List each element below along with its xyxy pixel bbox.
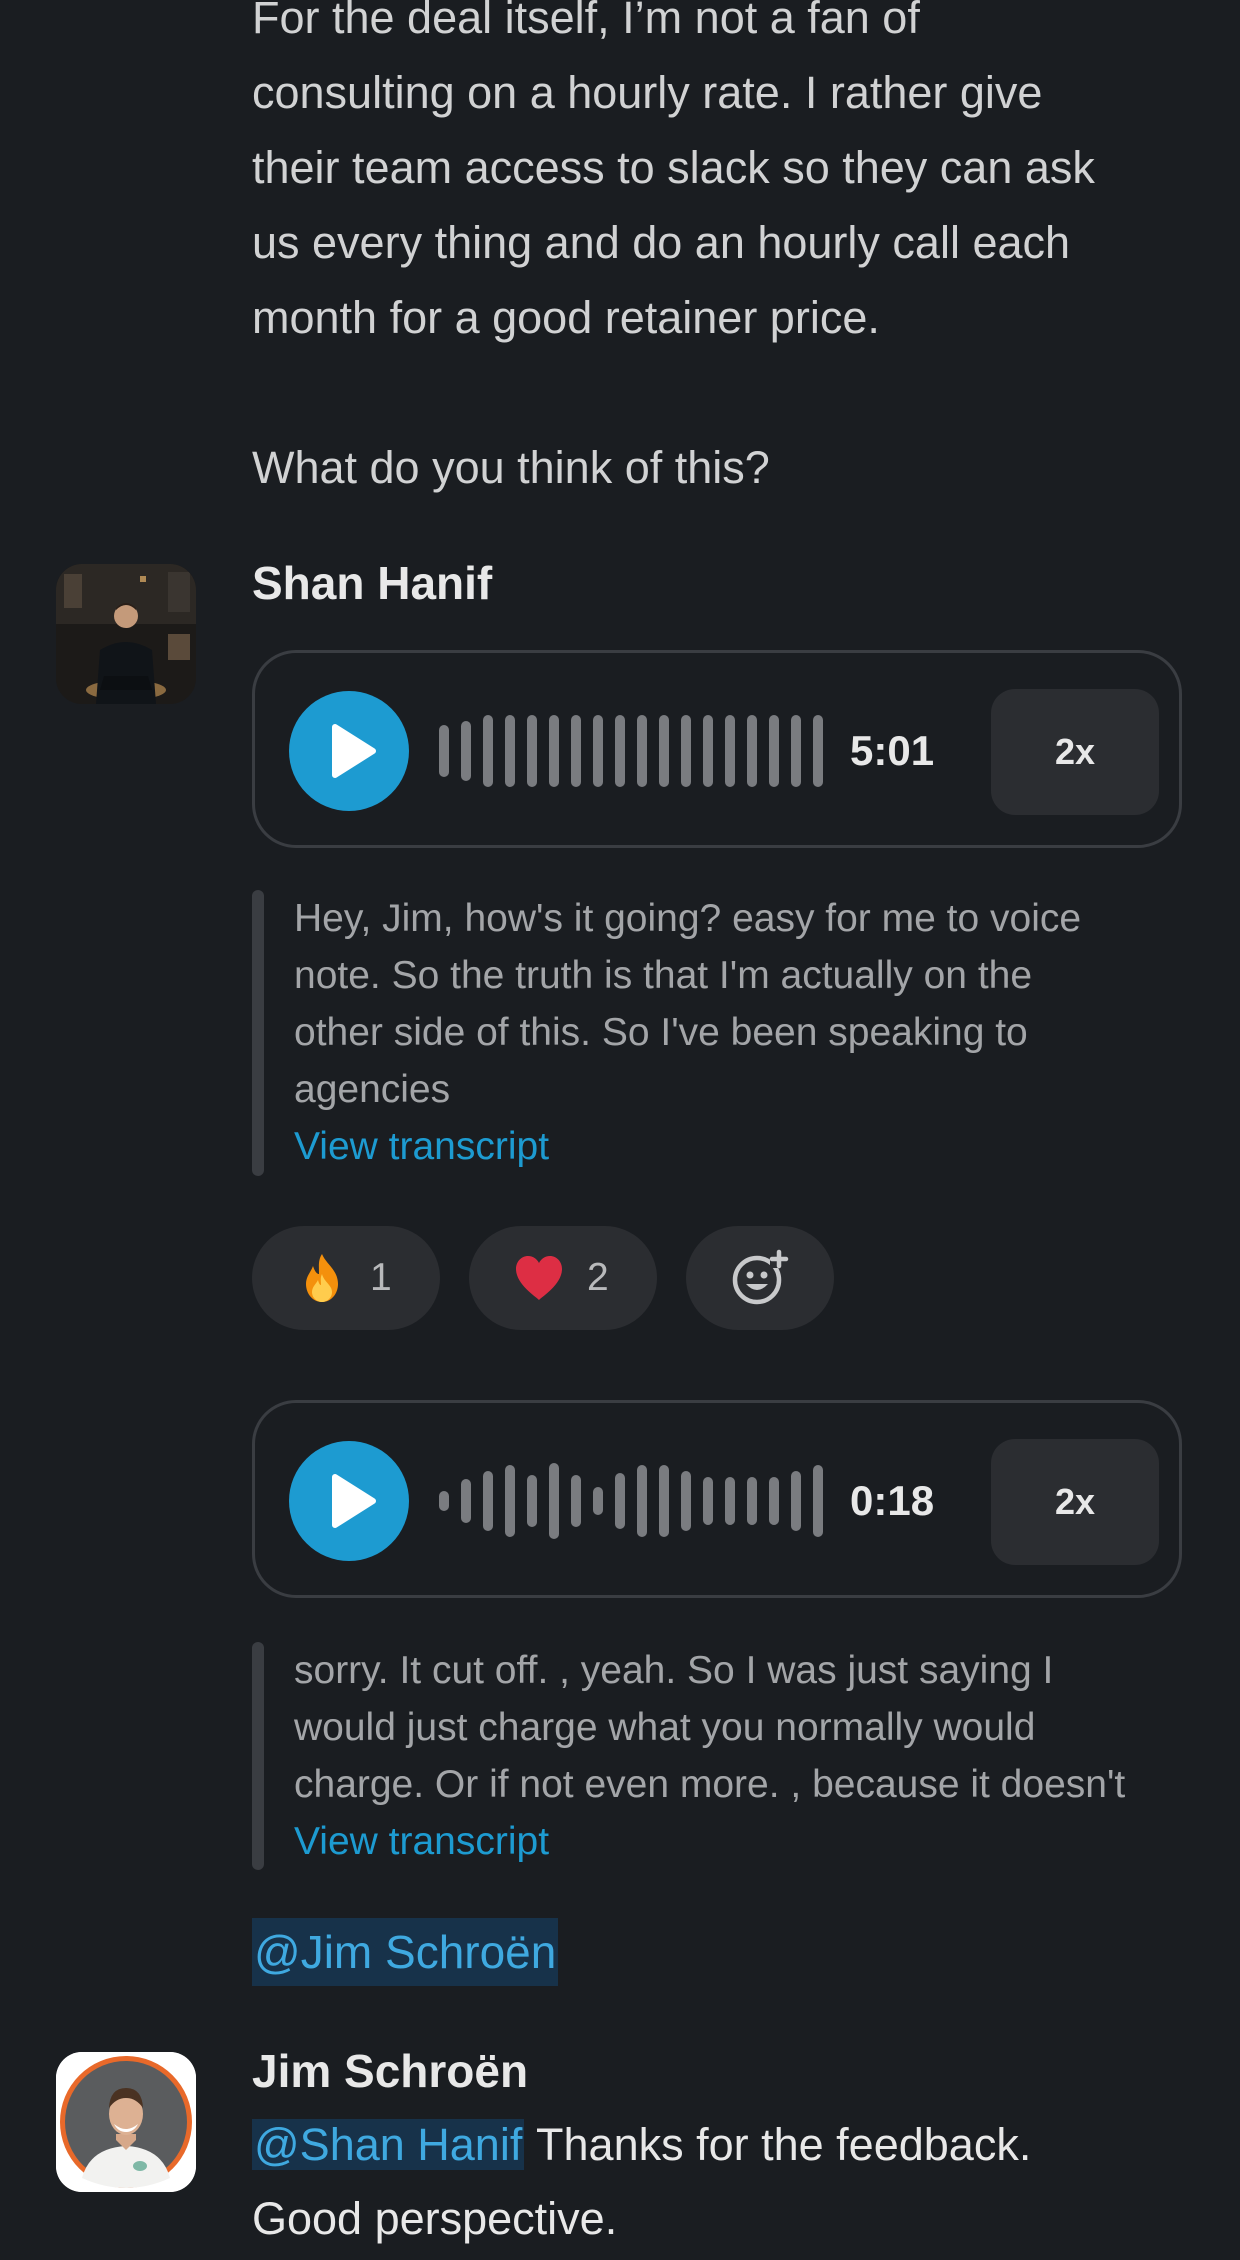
avatar-shan-hanif[interactable] — [56, 564, 196, 704]
add-reaction-button[interactable] — [686, 1226, 834, 1330]
transcript-line: would just charge what you normally woul… — [294, 1706, 1036, 1749]
avatar-jim-schroen[interactable] — [56, 2052, 196, 2192]
message-question: What do you think of this? — [252, 442, 770, 493]
waveform-icon[interactable] — [439, 1461, 829, 1541]
message-text: @Shan Hanif Thanks for the feedback. Goo… — [252, 2108, 1192, 2256]
play-button[interactable] — [289, 1441, 409, 1561]
play-button[interactable] — [289, 691, 409, 811]
message-line: month for a good retainer price. — [252, 292, 880, 343]
transcript-line: charge. Or if not even more. , because i… — [294, 1763, 1126, 1806]
add-reaction-icon — [732, 1249, 789, 1305]
voice-note-player: 0:18 2x — [252, 1400, 1182, 1598]
slack-thread-view: For the deal itself, I’m not a fan of co… — [0, 0, 1240, 2260]
transcript-line: other side of this. So I've been speakin… — [294, 1011, 1028, 1054]
transcript-line: note. So the truth is that I'm actually … — [294, 954, 1033, 997]
transcript-line: agencies — [294, 1068, 451, 1111]
reaction-fire[interactable]: 1 — [252, 1226, 440, 1330]
previous-message-text: For the deal itself, I’m not a fan of co… — [252, 0, 1192, 505]
reaction-count: 2 — [587, 1256, 609, 1299]
reaction-count: 1 — [370, 1256, 392, 1299]
view-transcript-link[interactable]: View transcript — [294, 1118, 1194, 1175]
message-line: For the deal itself, I’m not a fan of — [252, 0, 920, 43]
user-mention-shan[interactable]: @Shan Hanif — [252, 2119, 525, 2170]
message-author-name[interactable]: Jim Schroën — [252, 2044, 528, 2098]
transcript-line: sorry. It cut off. , yeah. So I was just… — [294, 1649, 1054, 1692]
user-mention-jim[interactable]: @Jim Schroën — [252, 1918, 559, 1986]
playback-speed-button[interactable]: 2x — [991, 1439, 1159, 1565]
transcript-line: Hey, Jim, how's it going? easy for me to… — [294, 897, 1082, 940]
message-line: consulting on a hourly rate. I rather gi… — [252, 67, 1043, 118]
quote-bar — [252, 890, 264, 1176]
playback-speed-button[interactable]: 2x — [991, 689, 1159, 815]
voice-note-duration: 5:01 — [850, 727, 935, 774]
message-line: us every thing and do an hourly call eac… — [252, 217, 1071, 268]
play-icon — [332, 1474, 376, 1528]
heart-emoji-icon — [516, 1256, 562, 1300]
waveform-icon[interactable] — [439, 711, 829, 791]
voice-note-player: 5:01 2x — [252, 650, 1182, 848]
fire-emoji-icon — [306, 1254, 338, 1302]
message-author-name[interactable]: Shan Hanif — [252, 556, 492, 610]
voice-note-duration: 0:18 — [850, 1477, 935, 1524]
quote-bar — [252, 1642, 264, 1870]
transcript-preview: Hey, Jim, how's it going? easy for me to… — [252, 890, 1192, 1176]
view-transcript-link[interactable]: View transcript — [294, 1813, 1194, 1870]
play-icon — [332, 724, 376, 778]
reaction-heart[interactable]: 2 — [469, 1226, 657, 1330]
message-text-part: Thanks for the feedback. — [524, 2119, 1032, 2170]
message-line: their team access to slack so they can a… — [252, 142, 1095, 193]
transcript-preview: sorry. It cut off. , yeah. So I was just… — [252, 1642, 1192, 1870]
message-text-part: Good perspective. — [252, 2193, 618, 2244]
